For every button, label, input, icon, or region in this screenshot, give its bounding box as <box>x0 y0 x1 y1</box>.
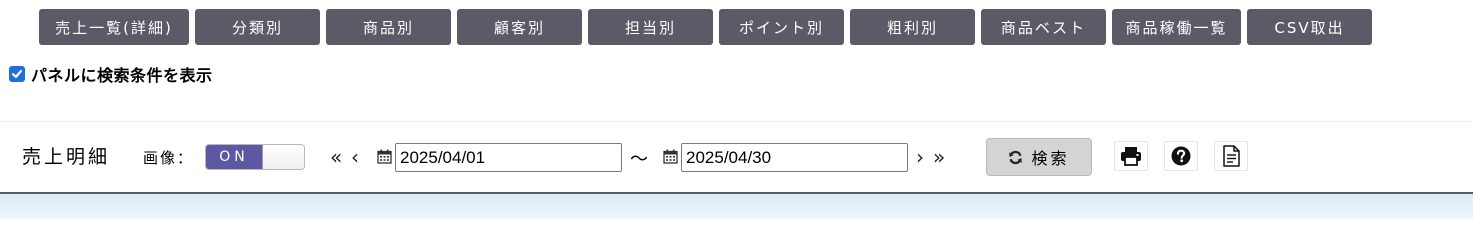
print-button[interactable] <box>1114 141 1148 171</box>
nav-prev-button[interactable]: ‹ <box>351 144 359 170</box>
tab-csv-export[interactable]: CSV取出 <box>1247 9 1372 45</box>
page-title: 売上明細 <box>22 146 111 168</box>
refresh-icon <box>1009 150 1023 164</box>
print-icon <box>1121 147 1141 166</box>
image-toggle-knob <box>263 145 304 169</box>
image-toggle[interactable]: ON <box>205 144 305 170</box>
tab-by-customer[interactable]: 顧客別 <box>457 9 582 45</box>
help-button[interactable] <box>1164 141 1198 171</box>
search-button-label: 検索 <box>1031 149 1070 168</box>
date-range-separator: ～ <box>630 149 648 170</box>
show-panel-label: パネルに検索条件を表示 <box>31 66 213 85</box>
show-panel-option[interactable]: パネルに検索条件を表示 <box>9 62 213 86</box>
nav-next-button[interactable]: › <box>916 144 924 170</box>
tab-sales-list-detail[interactable]: 売上一覧(詳細) <box>39 9 189 45</box>
results-header-band <box>0 194 1473 219</box>
help-icon <box>1171 146 1191 166</box>
report-tab-bar: 売上一覧(詳細) 分類別 商品別 顧客別 担当別 ポイント別 粗利別 商品ベスト… <box>39 9 1372 45</box>
nav-last-button[interactable]: » <box>933 144 945 170</box>
checkmark-icon <box>11 69 23 79</box>
date-to-input[interactable] <box>681 143 908 172</box>
tab-product-best[interactable]: 商品ベスト <box>981 9 1106 45</box>
image-toggle-on-label: ON <box>206 145 263 169</box>
search-button[interactable]: 検索 <box>986 138 1092 176</box>
divider <box>0 121 1473 122</box>
tab-by-product[interactable]: 商品別 <box>326 9 451 45</box>
nav-first-button[interactable]: « <box>330 144 342 170</box>
tab-by-points[interactable]: ポイント別 <box>719 9 844 45</box>
show-panel-checkbox[interactable] <box>9 66 25 82</box>
tab-by-gross-profit[interactable]: 粗利別 <box>850 9 975 45</box>
calendar-icon[interactable] <box>377 149 392 164</box>
tab-by-staff[interactable]: 担当別 <box>588 9 713 45</box>
image-label: 画像： <box>143 149 195 167</box>
date-from-input[interactable] <box>395 143 622 172</box>
calendar-icon[interactable] <box>663 149 678 164</box>
document-icon <box>1223 145 1240 167</box>
document-button[interactable] <box>1214 141 1248 171</box>
tab-product-activity-list[interactable]: 商品稼働一覧 <box>1112 9 1241 45</box>
tab-by-category[interactable]: 分類別 <box>195 9 320 45</box>
